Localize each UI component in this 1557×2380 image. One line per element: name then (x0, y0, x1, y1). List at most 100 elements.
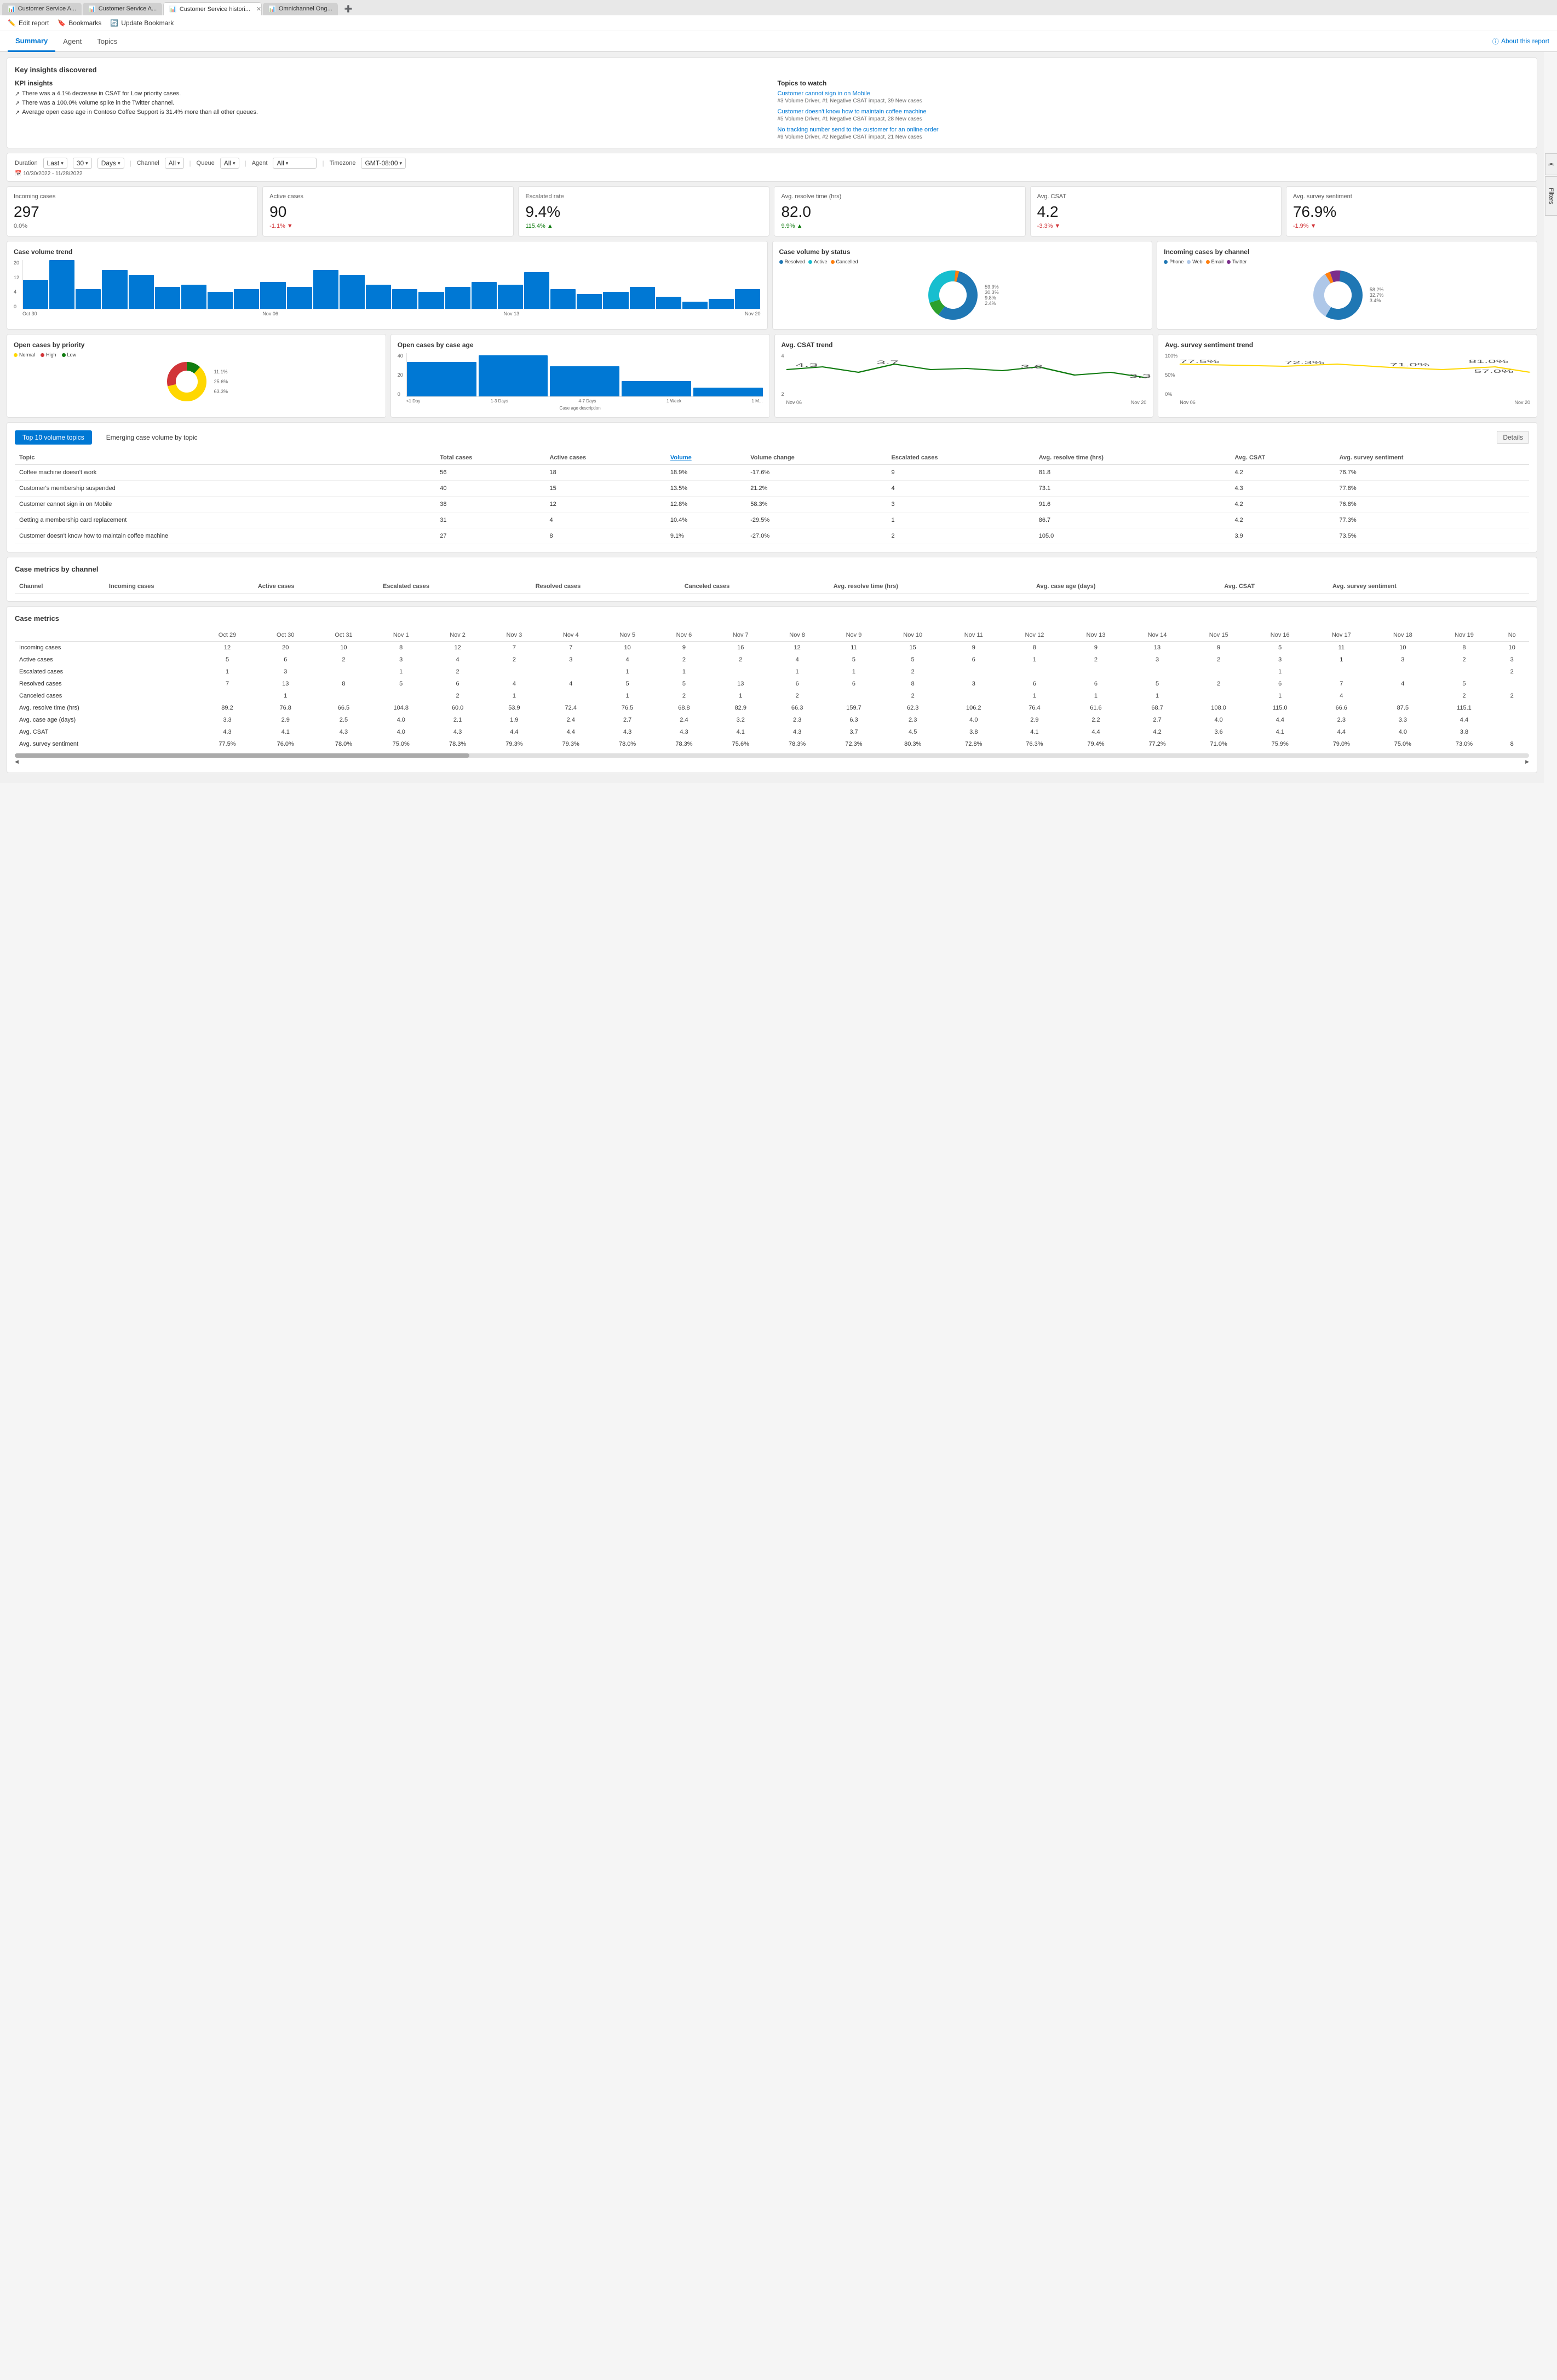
cm-cell: 68.7 (1127, 702, 1188, 714)
col-volume[interactable]: Volume (666, 451, 746, 465)
cm-cell: 2 (1495, 690, 1529, 702)
cm-cell: 3 (543, 654, 599, 666)
cm-cell: 2 (656, 690, 712, 702)
cm-cell: 6 (1249, 678, 1311, 690)
cm-cell: 3.8 (944, 726, 1004, 738)
topic-sub-3: #9 Volume Driver, #2 Negative CSAT impac… (778, 134, 1530, 140)
scroll-bar[interactable] (15, 753, 1529, 758)
chevron-icon-4: ▾ (177, 160, 180, 166)
cm-cell: 6 (1004, 678, 1065, 690)
queue-label: Queue (197, 160, 215, 166)
emerging-volume-button[interactable]: Emerging case volume by topic (99, 430, 205, 445)
topic-resolve: 73.1 (1035, 481, 1231, 497)
bookmarks-button[interactable]: 🔖 Bookmarks (58, 19, 101, 27)
topic-vol-change: -17.6% (746, 465, 887, 481)
cm-row-label: Avg. resolve time (hrs) (15, 702, 198, 714)
kpi-item-3: ↗ Average open case age in Contoso Coffe… (15, 109, 767, 116)
filters-panel-toggle-top[interactable]: ⟪ (1545, 153, 1557, 175)
cm-col-nov6: Nov 6 (656, 629, 712, 642)
tab-topics[interactable]: Topics (89, 32, 125, 51)
tab-3[interactable]: 📊 Customer Service histori... ✕ (163, 2, 262, 15)
cm-cell: 79.3% (543, 738, 599, 750)
table-row: Canceled cases121121221111422 (15, 690, 1529, 702)
cm-cell: 3.3 (198, 714, 256, 726)
table-row: Getting a membership card replacement 31… (15, 512, 1529, 528)
table-row: Customer cannot sign in on Mobile 38 12 … (15, 497, 1529, 512)
topic-name: Coffee machine doesn't work (15, 465, 435, 481)
topic-link-1[interactable]: Customer cannot sign in on Mobile (778, 90, 1530, 97)
duration-unit-select[interactable]: Days ▾ (97, 158, 124, 169)
cm-col-nov13: Nov 13 (1065, 629, 1127, 642)
tab-agent[interactable]: Agent (55, 32, 89, 51)
col-sentiment[interactable]: Avg. survey sentiment (1335, 451, 1529, 465)
col-resolve[interactable]: Avg. resolve time (hrs) (1035, 451, 1231, 465)
col-active[interactable]: Active cases (545, 451, 665, 465)
cm-cell: 2 (1433, 690, 1495, 702)
cm-cell: 10 (314, 642, 372, 654)
edit-report-button[interactable]: ✏️ Edit report (8, 19, 49, 27)
case-age-title: Open cases by case age (398, 341, 763, 349)
topic-total: 56 (435, 465, 545, 481)
topic-total: 27 (435, 528, 545, 544)
cm-cell: 6 (769, 678, 825, 690)
cm-cell: 4.0 (944, 714, 1004, 726)
priority-card: Open cases by priority Normal High Low 1… (7, 334, 386, 418)
tab-1[interactable]: 📊 Customer Service A... (2, 3, 82, 15)
cm-cell: 6.3 (825, 714, 882, 726)
cm-col-nov16: Nov 16 (1249, 629, 1311, 642)
cm-col-nov1: Nov 1 (373, 629, 429, 642)
cm-cell (543, 690, 599, 702)
topic-csat: 4.2 (1231, 465, 1335, 481)
cm-col-oct30: Oct 30 (256, 629, 314, 642)
tab-2[interactable]: 📊 Customer Service A... (83, 3, 162, 15)
topic-link-3[interactable]: No tracking number send to the customer … (778, 126, 1530, 133)
topic-volume: 13.5% (666, 481, 746, 497)
cm-cell: 4.4 (1065, 726, 1127, 738)
col-total[interactable]: Total cases (435, 451, 545, 465)
tab-4-label: Omnichannel Ong... (279, 5, 332, 12)
tab-3-close[interactable]: ✕ (256, 5, 261, 13)
top-10-volume-button[interactable]: Top 10 volume topics (15, 430, 92, 445)
cm-cell: 5 (1249, 642, 1311, 654)
cm-cell: 4.1 (256, 726, 314, 738)
svg-text:71.0%: 71.0% (1390, 362, 1430, 367)
cm-cell: 2.9 (1004, 714, 1065, 726)
cm-cell: 72.4 (543, 702, 599, 714)
cm-cell: 4 (769, 654, 825, 666)
topic-escalated: 4 (887, 481, 1034, 497)
ch-col-canceled: Canceled cases (680, 580, 829, 593)
key-insights-title: Key insights discovered (15, 66, 1529, 74)
cm-cell: 78.0% (314, 738, 372, 750)
duration-num-select[interactable]: 30 ▾ (73, 158, 92, 169)
metric-sentiment-value: 76.9% (1293, 203, 1530, 221)
filters-panel-toggle-bottom[interactable]: Filters (1545, 176, 1557, 216)
timezone-select[interactable]: GMT-08:00 ▾ (361, 158, 406, 169)
topics-table: Topic Total cases Active cases Volume Vo… (15, 451, 1529, 544)
channel-select[interactable]: All ▾ (165, 158, 184, 169)
tab-4[interactable]: 📊 Omnichannel Ong... (263, 3, 338, 15)
cm-cell: 2.5 (314, 714, 372, 726)
cm-cell: 89.2 (198, 702, 256, 714)
chevron-icon-5: ▾ (233, 160, 235, 166)
cm-cell: 4.0 (1372, 726, 1433, 738)
topic-name: Customer cannot sign in on Mobile (15, 497, 435, 512)
svg-text:3.6: 3.6 (1020, 364, 1043, 370)
cm-cell: 4.3 (429, 726, 486, 738)
cm-cell: 4.3 (198, 726, 256, 738)
agent-select[interactable]: All ▾ (273, 158, 317, 169)
cm-cell: 72.3% (825, 738, 882, 750)
queue-select[interactable]: All ▾ (220, 158, 239, 169)
about-report-link[interactable]: ⓘ About this report (1492, 37, 1549, 46)
update-bookmark-button[interactable]: 🔄 Update Bookmark (110, 19, 174, 27)
table-row: Incoming cases12201081277109161211159891… (15, 642, 1529, 654)
cm-cell: 3.8 (1433, 726, 1495, 738)
tab-add[interactable]: ➕ (339, 2, 358, 15)
col-csat[interactable]: Avg. CSAT (1231, 451, 1335, 465)
topic-link-2[interactable]: Customer doesn't know how to maintain co… (778, 108, 1530, 115)
col-escalated[interactable]: Escalated cases (887, 451, 1034, 465)
cm-cell: 106.2 (944, 702, 1004, 714)
tab-summary[interactable]: Summary (8, 31, 55, 52)
col-vol-change[interactable]: Volume change (746, 451, 887, 465)
duration-value-select[interactable]: Last ▾ (43, 158, 67, 169)
details-button[interactable]: Details (1497, 431, 1529, 444)
